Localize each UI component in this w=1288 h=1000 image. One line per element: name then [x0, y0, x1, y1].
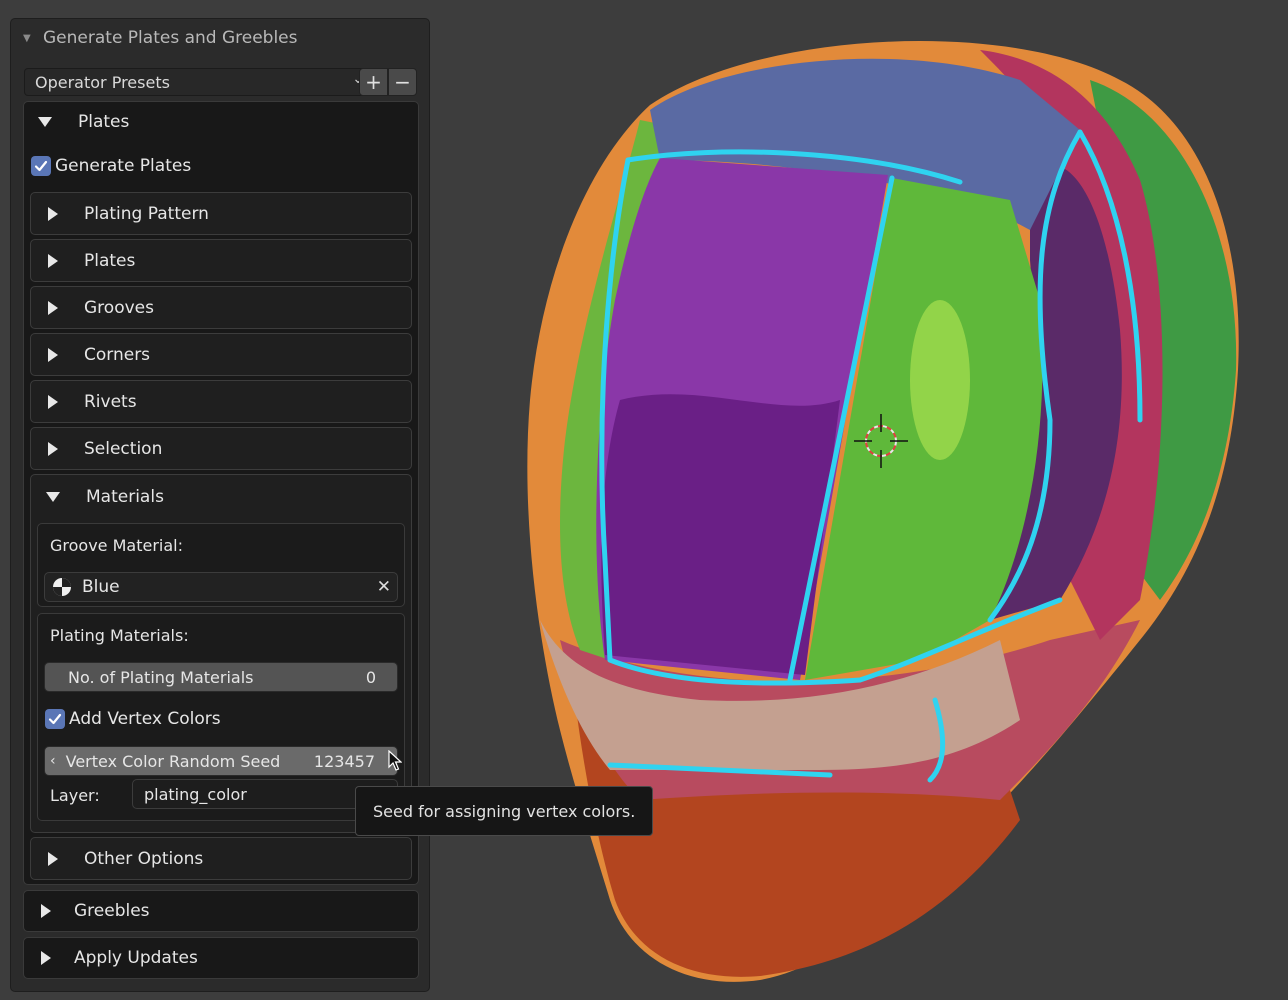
materials-header[interactable]: Materials [31, 475, 411, 518]
plates-section: Plates Generate Plates Plating Pattern P… [23, 101, 419, 885]
decrement-arrow-icon[interactable]: ‹ [50, 753, 56, 769]
generate-plates-label: Generate Plates [55, 156, 192, 176]
num-plating-value: 0 [365, 667, 376, 687]
subsection-rivets[interactable]: Rivets [30, 380, 412, 423]
subsection-materials: Materials Groove Material: Blue ✕ Platin… [30, 474, 412, 833]
plates-section-label: Plates [78, 112, 130, 132]
helmet-purple-shade [601, 394, 840, 675]
plating-materials-label: Plating Materials: [50, 625, 189, 645]
collapsed-triangle-icon [48, 206, 58, 221]
material-sphere-icon [53, 578, 71, 596]
tooltip-text: Seed for assigning vertex colors. [373, 801, 636, 821]
layer-value: plating_color [144, 784, 247, 804]
collapsed-triangle-icon [41, 904, 51, 918]
subsection-corners[interactable]: Corners [30, 333, 412, 376]
expanded-triangle-icon [46, 491, 60, 502]
num-plating-label: No. of Plating Materials [68, 667, 254, 687]
apply-updates-section[interactable]: Apply Updates [23, 937, 419, 979]
clear-material-icon[interactable]: ✕ [377, 577, 391, 597]
subsection-label: Corners [84, 344, 151, 365]
add-vertex-colors-label: Add Vertex Colors [69, 709, 221, 729]
layer-label: Layer: [50, 785, 100, 805]
generate-plates-checkbox[interactable]: Generate Plates [31, 154, 191, 178]
num-plating-materials-field[interactable]: No. of Plating Materials 0 [44, 662, 398, 692]
groove-material-label: Groove Material: [50, 535, 183, 555]
seed-value: 123457 [313, 751, 375, 771]
collapsed-triangle-icon [48, 851, 58, 866]
add-preset-button[interactable]: + [359, 68, 388, 96]
materials-label: Materials [86, 486, 164, 507]
subsection-grooves[interactable]: Grooves [30, 286, 412, 329]
subsection-plating-pattern[interactable]: Plating Pattern [30, 192, 412, 235]
subsection-label: Grooves [84, 297, 154, 318]
groove-material-box: Groove Material: Blue ✕ [37, 523, 405, 607]
other-options-label: Other Options [84, 848, 204, 869]
helmet-highlight [910, 300, 970, 460]
subsection-label: Plates [84, 250, 136, 271]
collapse-panel-icon[interactable]: ▼ [23, 33, 33, 44]
operator-panel: ▼ Generate Plates and Greebles Operator … [10, 18, 430, 992]
plating-materials-box: Plating Materials: No. of Plating Materi… [37, 613, 405, 821]
vertex-color-seed-field[interactable]: ‹ Vertex Color Random Seed 123457 › [44, 746, 398, 776]
panel-header[interactable]: ▼ Generate Plates and Greebles [11, 19, 429, 57]
seed-tooltip: Seed for assigning vertex colors. [355, 786, 653, 836]
minus-icon: − [394, 70, 411, 94]
panel-title: Generate Plates and Greebles [43, 28, 298, 48]
subsection-other-options[interactable]: Other Options [30, 837, 412, 880]
collapsed-triangle-icon [41, 951, 51, 965]
collapsed-triangle-icon [48, 394, 58, 409]
operator-presets-label: Operator Presets [35, 72, 170, 92]
operator-presets-dropdown[interactable]: Operator Presets ⌄ [24, 68, 369, 96]
subsection-label: Rivets [84, 391, 137, 412]
groove-material-field[interactable]: Blue ✕ [44, 572, 398, 602]
plates-section-header[interactable]: Plates [24, 102, 418, 142]
mouse-pointer-icon [388, 750, 402, 771]
expanded-triangle-icon [38, 117, 52, 127]
remove-preset-button[interactable]: − [388, 68, 417, 96]
checkbox-checked-icon [31, 156, 51, 176]
seed-label: Vertex Color Random Seed [65, 751, 281, 771]
collapsed-triangle-icon [48, 347, 58, 362]
groove-material-value: Blue [82, 577, 120, 597]
plus-icon: + [365, 70, 382, 94]
collapsed-triangle-icon [48, 253, 58, 268]
add-vertex-colors-checkbox[interactable]: Add Vertex Colors [45, 707, 221, 731]
greebles-section[interactable]: Greebles [23, 890, 419, 932]
subsection-label: Plating Pattern [84, 203, 209, 224]
apply-updates-label: Apply Updates [74, 948, 198, 968]
collapsed-triangle-icon [48, 441, 58, 456]
checkbox-checked-icon [45, 709, 65, 729]
greebles-label: Greebles [74, 901, 150, 921]
subsection-plates[interactable]: Plates [30, 239, 412, 282]
collapsed-triangle-icon [48, 300, 58, 315]
subsection-selection[interactable]: Selection [30, 427, 412, 470]
subsection-label: Selection [84, 438, 163, 459]
